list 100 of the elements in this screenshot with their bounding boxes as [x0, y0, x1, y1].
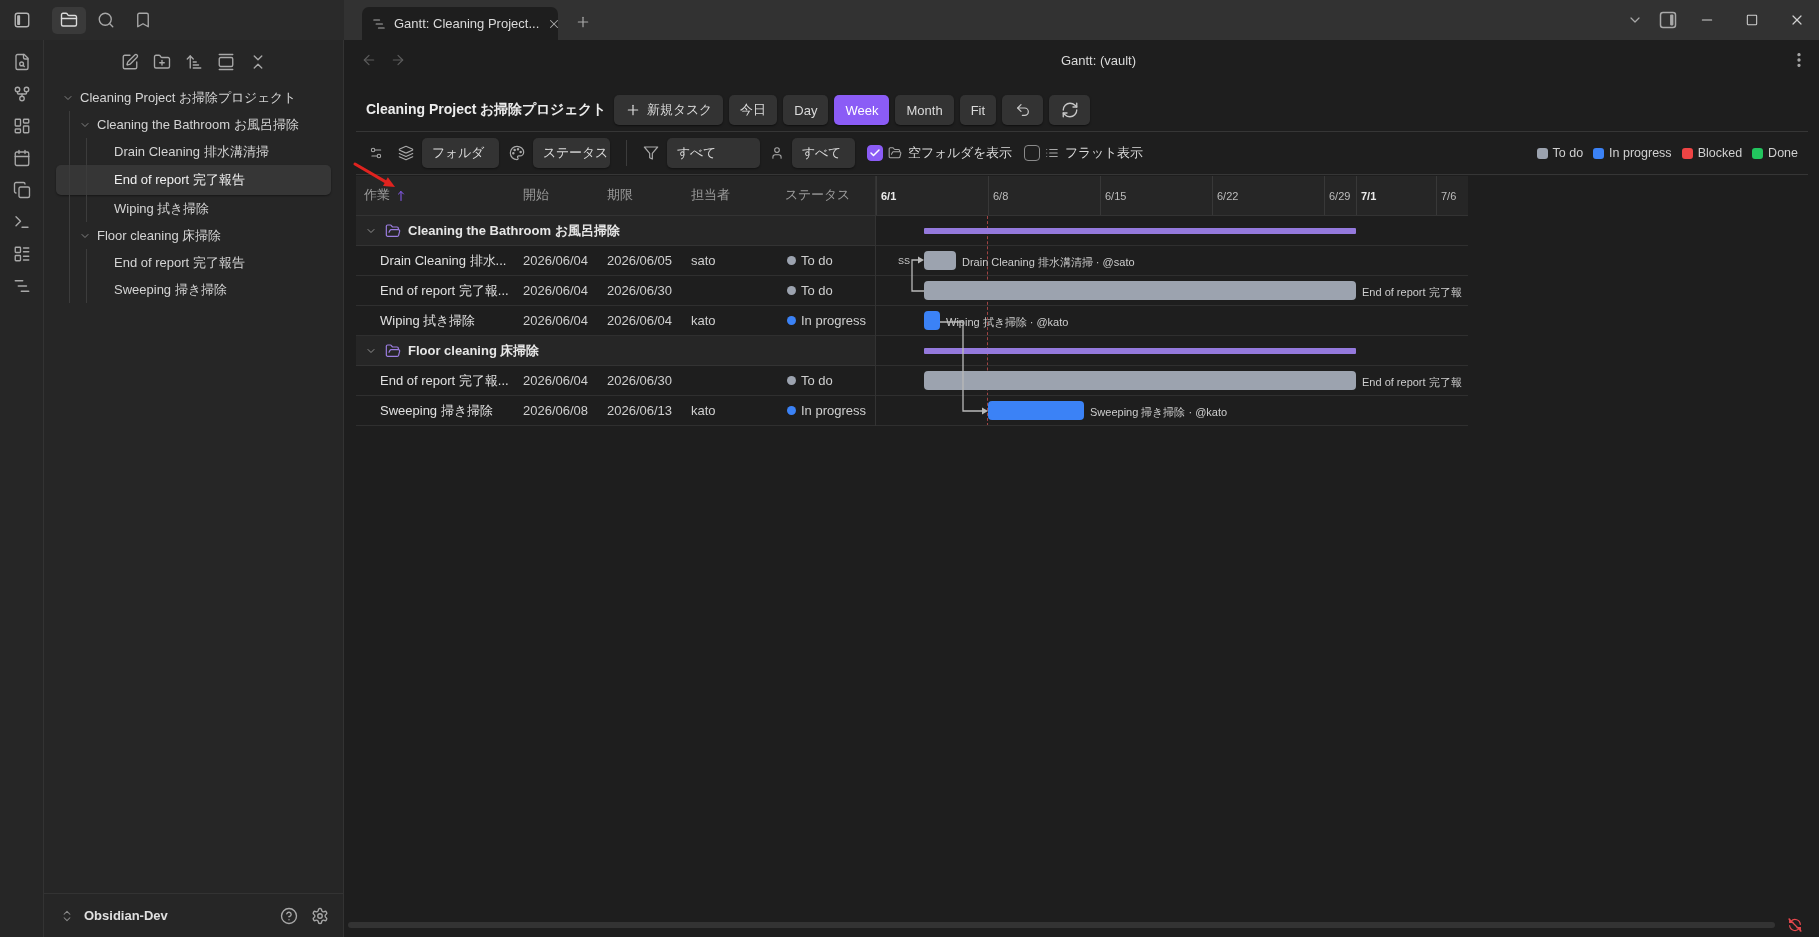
fit-button[interactable]: Fit — [959, 95, 997, 125]
bookmark-icon — [134, 11, 152, 29]
table-cell-text: 2026/06/04 — [522, 252, 590, 270]
tree-item[interactable]: Floor cleaning 床掃除 — [56, 222, 331, 249]
view-title: Gantt: (vault) — [1060, 52, 1137, 68]
new-task-button[interactable]: 新規タスク — [614, 95, 724, 125]
document-search-icon[interactable] — [12, 53, 31, 71]
task-bar[interactable] — [924, 311, 940, 330]
new-note-icon[interactable] — [120, 53, 139, 71]
tree-item[interactable]: Wiping 拭き掃除 — [56, 195, 331, 222]
scale-button[interactable]: Day — [783, 95, 829, 125]
bar-label: Drain Cleaning 排水溝清掃 · @sato — [962, 255, 1135, 270]
graph-icon[interactable] — [12, 85, 31, 103]
table-cell-text: 2026/06/04 — [606, 312, 674, 330]
table-cell-text: 2026/06/04 — [522, 372, 590, 390]
search-icon — [97, 11, 115, 29]
group-by-select[interactable]: フォルダ — [422, 138, 499, 168]
sync-off-icon[interactable] — [1787, 917, 1803, 933]
copy-icon[interactable] — [12, 181, 31, 199]
bar-label: Sweeping 掃き掃除 · @kato — [1090, 405, 1228, 420]
layout-list-icon[interactable] — [12, 245, 31, 263]
group-row[interactable]: Floor cleaning 床掃除 — [356, 336, 875, 366]
layers-icon — [398, 145, 414, 161]
table-cell[interactable]: End of report 完了報... — [356, 276, 515, 305]
table-cell[interactable]: Sweeping 掃き掃除 — [356, 396, 515, 425]
table-cell[interactable]: Drain Cleaning 排水... — [356, 246, 515, 275]
checkmark-icon — [869, 147, 881, 159]
status-filter-select[interactable]: すべて — [667, 138, 760, 168]
legend-label: To do — [1552, 146, 1584, 160]
status-text: In progress — [801, 403, 867, 418]
timeline-label: 6/15 — [1105, 189, 1127, 204]
tab[interactable]: Gantt: Cleaning Project... — [362, 7, 558, 40]
table-cell[interactable]: End of report 完了報... — [356, 366, 515, 395]
status-text: To do — [801, 253, 833, 268]
terminal-icon[interactable] — [12, 213, 31, 231]
timeline-label: 7/6 — [1441, 189, 1457, 204]
color-by-select[interactable]: ステータス — [533, 138, 610, 168]
new-folder-icon[interactable] — [152, 53, 171, 71]
right-sidebar-toggle-icon[interactable] — [1657, 10, 1678, 30]
tree-item[interactable]: Cleaning Project お掃除プロジェクト — [56, 84, 331, 111]
vault-name[interactable]: Obsidian-Dev — [84, 908, 168, 923]
legend-label: Blocked — [1697, 146, 1743, 160]
checkbox[interactable] — [867, 145, 883, 161]
folder-open-icon — [385, 222, 401, 239]
frame-icon[interactable] — [216, 53, 235, 71]
table-cell: sato — [691, 253, 716, 268]
undo-icon — [1014, 102, 1031, 118]
tree-item[interactable]: Sweeping 掃き掃除 — [56, 276, 331, 303]
tree-item[interactable]: Drain Cleaning 排水溝清掃 — [56, 138, 331, 165]
assignee-filter-select[interactable]: すべて — [792, 138, 855, 168]
timeline-label: 6/29 — [1329, 189, 1351, 204]
status-text: To do — [801, 283, 833, 298]
tree-item[interactable]: End of report 完了報告 — [56, 249, 331, 276]
option-label[interactable]: 空フォルダを表示 — [908, 144, 1012, 162]
table-cell-text: 2026/06/05 — [606, 252, 674, 270]
column-header[interactable]: ステータス — [777, 176, 875, 215]
legend-label: In progress — [1609, 146, 1672, 160]
group-name: Cleaning the Bathroom お風呂掃除 — [408, 221, 620, 240]
project-title: Cleaning Project お掃除プロジェクト — [366, 101, 607, 119]
user-icon — [770, 146, 784, 160]
refresh-icon — [1060, 101, 1079, 119]
group-row[interactable]: Cleaning the Bathroom お風呂掃除 — [356, 216, 875, 246]
column-header[interactable]: 期限 — [599, 176, 683, 215]
tree-item[interactable]: Cleaning the Bathroom お風呂掃除 — [56, 111, 331, 138]
refresh-button[interactable] — [1049, 95, 1091, 125]
grid-icon[interactable] — [12, 117, 31, 135]
option-label[interactable]: フラット表示 — [1065, 144, 1143, 162]
checkbox[interactable] — [1024, 145, 1040, 161]
sort-icon[interactable] — [184, 53, 203, 71]
status-text: To do — [801, 373, 833, 388]
help-icon[interactable] — [280, 906, 298, 925]
tree-item[interactable]: End of report 完了報告 — [56, 165, 331, 195]
filter-icon — [643, 145, 659, 161]
table-cell[interactable]: Wiping 拭き掃除 — [356, 306, 515, 335]
status-text: In progress — [801, 313, 867, 328]
undo-button[interactable] — [1002, 95, 1044, 125]
table-cell-text: 2026/06/30 — [606, 282, 674, 300]
calendar-icon[interactable] — [12, 149, 31, 167]
folder-open-icon — [385, 342, 401, 359]
folder-icon — [60, 11, 78, 29]
table-cell: kato — [691, 403, 716, 418]
table-cell: kato — [691, 313, 716, 328]
today-button[interactable]: 今日 — [729, 95, 778, 125]
table-cell-text: 2026/06/13 — [606, 402, 674, 420]
maximize-icon[interactable] — [1744, 13, 1759, 27]
scale-button[interactable]: Week — [834, 95, 890, 125]
link-type-label: SS — [897, 256, 910, 266]
new-tab-icon[interactable] — [575, 14, 591, 30]
sliders-icon[interactable] — [369, 146, 383, 160]
sidebar-tab[interactable] — [52, 6, 86, 34]
scale-button[interactable]: Month — [895, 95, 954, 125]
column-header[interactable]: 開始 — [515, 176, 599, 215]
sidebar-toggle-icon[interactable] — [13, 11, 31, 29]
column-header[interactable]: 作業 — [356, 176, 515, 215]
settings-icon[interactable] — [311, 906, 329, 925]
bar-label: End of report 完了報 — [1362, 375, 1462, 390]
column-header[interactable]: 担当者 — [683, 176, 777, 215]
legend-label: Done — [1768, 146, 1798, 160]
dependency-arrow — [911, 256, 925, 292]
gantt-icon[interactable] — [12, 277, 31, 295]
